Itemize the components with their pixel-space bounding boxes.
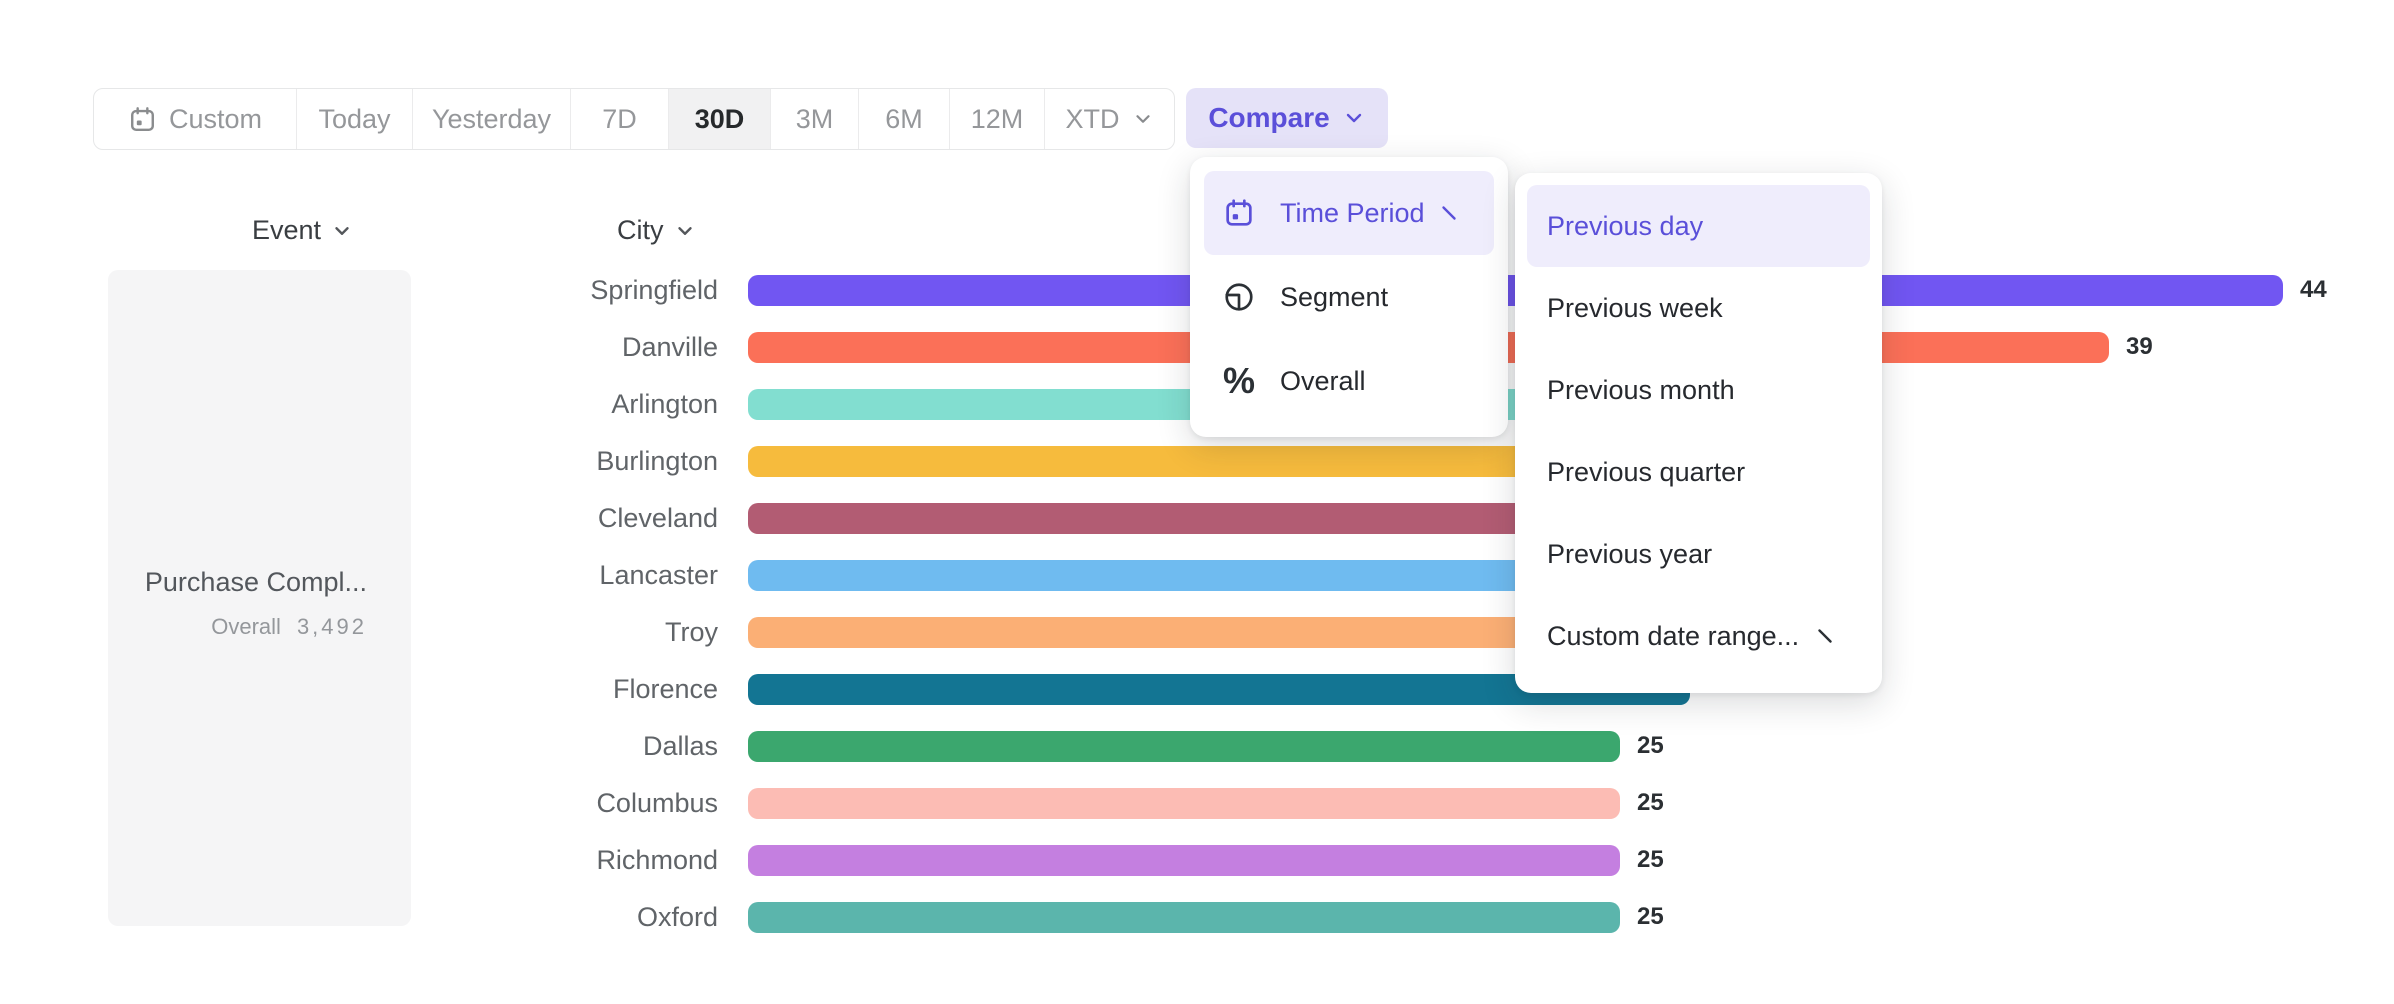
city-label: Arlington: [380, 388, 718, 420]
time-period-submenu: Previous day Previous week Previous month P…: [1515, 173, 1882, 693]
bar-richmond[interactable]: [748, 845, 1620, 876]
menu-item-previous-month[interactable]: Previous month: [1527, 349, 1870, 431]
bar-row-florence: Florence: [0, 673, 2394, 705]
bar-row-cleveland: Cleveland: [0, 502, 2394, 534]
bar-row-troy: Troy: [0, 616, 2394, 648]
menu-item-label: Time Period: [1280, 198, 1425, 229]
bar-columbus[interactable]: [748, 788, 1620, 819]
bar-value-label: 25: [1637, 844, 1664, 876]
menu-item-previous-year[interactable]: Previous year: [1527, 513, 1870, 595]
city-label: Burlington: [380, 445, 718, 477]
analytics-view: CustomTodayYesterday7D30D3M6M12MXTD Comp…: [0, 0, 2394, 1004]
menu-item-label: Segment: [1280, 282, 1388, 313]
chevron-right-icon: [1438, 202, 1460, 224]
bar-row-burlington: Burlington: [0, 445, 2394, 477]
city-label: Oxford: [380, 901, 718, 933]
bar-value-label: 25: [1637, 901, 1664, 933]
menu-item-label: Overall: [1280, 366, 1366, 397]
menu-item-previous-week[interactable]: Previous week: [1527, 267, 1870, 349]
menu-item-label: Previous year: [1547, 539, 1712, 570]
menu-item-previous-quarter[interactable]: Previous quarter: [1527, 431, 1870, 513]
bar-row-columbus: Columbus 25: [0, 787, 2394, 819]
menu-item-custom-date-range[interactable]: Custom date range...: [1527, 595, 1870, 677]
bar-row-lancaster: Lancaster: [0, 559, 2394, 591]
city-label: Springfield: [380, 274, 718, 306]
percent-icon: %: [1222, 363, 1256, 399]
bar-row-oxford: Oxford 25: [0, 901, 2394, 933]
city-label: Danville: [380, 331, 718, 363]
menu-item-label: Previous quarter: [1547, 457, 1745, 488]
city-label: Dallas: [380, 730, 718, 762]
menu-item-overall[interactable]: % Overall: [1204, 339, 1494, 423]
menu-item-label: Custom date range...: [1547, 621, 1799, 652]
city-label: Troy: [380, 616, 718, 648]
bar-oxford[interactable]: [748, 902, 1620, 933]
city-label: Florence: [380, 673, 718, 705]
calendar-icon: [1222, 197, 1256, 229]
bar-row-richmond: Richmond 25: [0, 844, 2394, 876]
menu-item-previous-day[interactable]: Previous day: [1527, 185, 1870, 267]
menu-item-segment[interactable]: Segment: [1204, 255, 1494, 339]
bar-value-label: 44: [2300, 274, 2327, 306]
chevron-right-icon: [1814, 625, 1836, 647]
menu-item-time-period[interactable]: Time Period: [1204, 171, 1494, 255]
menu-item-label: Previous day: [1547, 211, 1703, 242]
bar-dallas[interactable]: [748, 731, 1620, 762]
city-label: Richmond: [380, 844, 718, 876]
city-bar-chart: Springfield 44 Danville 39 Arlington Burlingt…: [0, 0, 2394, 1004]
menu-item-label: Previous month: [1547, 375, 1735, 406]
city-label: Columbus: [380, 787, 718, 819]
bar-value-label: 39: [2126, 331, 2153, 363]
city-label: Lancaster: [380, 559, 718, 591]
bar-value-label: 25: [1637, 730, 1664, 762]
menu-item-label: Previous week: [1547, 293, 1723, 324]
compare-menu: Time Period Segment% Overall: [1190, 157, 1508, 437]
city-label: Cleveland: [380, 502, 718, 534]
segment-icon: [1222, 281, 1256, 313]
bar-value-label: 25: [1637, 787, 1664, 819]
bar-row-dallas: Dallas 25: [0, 730, 2394, 762]
